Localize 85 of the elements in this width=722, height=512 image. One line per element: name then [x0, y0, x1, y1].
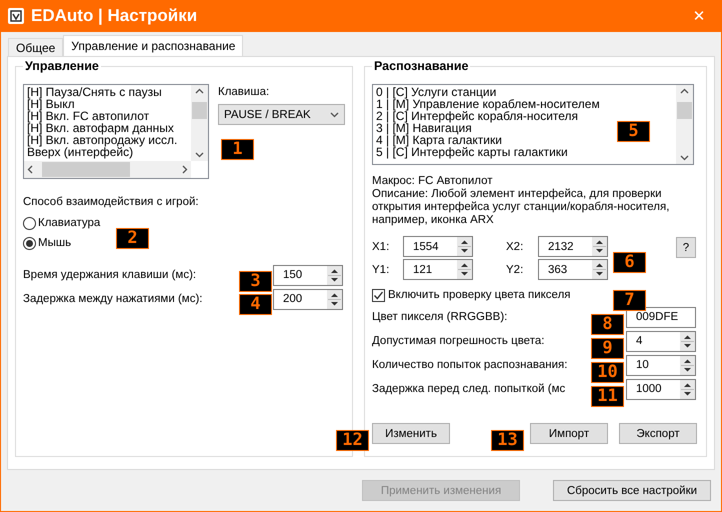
description-text: Описание: Любой элемент интерфейса, для проверки открытия интерфейса услуг станции/корабля-носителя, например, иконка ARX	[372, 188, 670, 226]
spin-arrows-icon[interactable]	[457, 237, 472, 256]
list-item[interactable]: 2 | [C] Интерфейс корабля-носителя	[376, 110, 578, 122]
key-label: Клавиша:	[218, 86, 270, 98]
window-title: EDAuto | Настройки	[31, 6, 198, 26]
number-spin-field[interactable]: 2132	[538, 236, 608, 257]
hotkey-list[interactable]: [H] Пауза/Снять с паузы [H] Выкл [H] Вкл. FC автопилот [H] Вкл. автофарм данных [H] Вкл. автопродажу иссл. Вверх (интерфейс)	[23, 84, 209, 179]
vertical-scrollbar[interactable]	[676, 85, 693, 164]
group-title: Распознавание	[372, 59, 470, 73]
spin-arrows-icon[interactable]	[592, 237, 607, 256]
field-label: Допустимая погрешность цвета:	[372, 335, 544, 347]
number-marker: 7	[613, 290, 646, 311]
list-item[interactable]: [H] Вкл. FC автопилот	[27, 110, 150, 122]
scroll-down-icon[interactable]	[195, 152, 204, 158]
coordinate-label: Y1:	[372, 264, 390, 276]
field-label: Цвет пикселя (RRGGBB):	[372, 311, 508, 323]
field-label: Количество попыток распознавания:	[372, 359, 568, 371]
number-marker: 5	[617, 121, 650, 142]
scroll-up-icon[interactable]	[680, 88, 689, 94]
vertical-scrollbar[interactable]	[191, 85, 208, 161]
key-dropdown[interactable]: PAUSE / BREAK	[218, 104, 345, 125]
field-label: Задержка перед след. попыткой (мс	[372, 383, 566, 395]
number-spin-field[interactable]: 4	[626, 330, 696, 352]
number-marker: 8	[591, 314, 624, 335]
number-marker: 10	[591, 362, 624, 383]
chevron-down-icon[interactable]	[330, 112, 339, 118]
spin-arrows-icon[interactable]	[680, 332, 695, 350]
action-button[interactable]: Изменить	[372, 423, 450, 444]
coordinate-label: X1:	[372, 240, 390, 252]
list-item[interactable]: Вверх (интерфейс)	[27, 146, 134, 158]
number-marker: 1	[221, 139, 254, 160]
spin-arrows-icon[interactable]	[327, 290, 342, 308]
number-spin-field[interactable]: 200	[273, 288, 343, 310]
field-label: Задержка между нажатиями (мс):	[23, 293, 202, 305]
list-item[interactable]: 0 | [C] Услуги станции	[376, 86, 496, 98]
number-spin-field[interactable]: 1554	[403, 236, 473, 257]
list-item[interactable]: [H] Вкл. автофарм данных	[27, 122, 174, 134]
number-spin-field[interactable]: 150	[273, 264, 343, 286]
spin-arrows-icon[interactable]	[457, 260, 472, 279]
list-item[interactable]: 4 | [M] Карта галактики	[376, 134, 502, 146]
scroll-left-icon[interactable]	[27, 165, 33, 174]
spin-arrows-icon[interactable]	[592, 260, 607, 279]
scroll-down-icon[interactable]	[680, 155, 689, 161]
number-marker: 4	[239, 294, 272, 315]
spin-arrows-icon[interactable]	[327, 266, 342, 284]
macro-text: Макрос: FC Автопилот	[372, 175, 493, 187]
number-marker: 2	[116, 228, 149, 249]
number-spin-field[interactable]: 363	[538, 259, 608, 280]
field-label: Время удержания клавиши (мс):	[23, 269, 196, 281]
horizontal-scrollbar[interactable]	[24, 161, 191, 178]
number-marker: 11	[591, 386, 624, 407]
number-spin-field[interactable]: 1000	[626, 378, 696, 400]
spin-arrows-icon[interactable]	[680, 356, 695, 374]
reset-button[interactable]: Сбросить все настройки	[553, 480, 711, 501]
spin-arrows-icon[interactable]	[680, 380, 695, 398]
group-title: Управление	[23, 59, 101, 73]
number-marker: 9	[591, 338, 624, 359]
scroll-thumb[interactable]	[42, 162, 130, 177]
scroll-right-icon[interactable]	[182, 165, 188, 174]
coordinate-label: Y2:	[505, 264, 524, 276]
tab[interactable]: Общее	[8, 38, 64, 56]
list-item[interactable]: [H] Выкл	[27, 98, 75, 110]
number-spin-field[interactable]: 121	[403, 259, 473, 280]
checkmark-icon	[373, 290, 384, 300]
list-item[interactable]: 5 | [C] Интерфейс карты галактики	[376, 146, 568, 158]
help-button[interactable]: ?	[676, 237, 696, 258]
action-button[interactable]: Импорт	[530, 423, 608, 444]
scroll-up-icon[interactable]	[195, 88, 204, 94]
color-input-field[interactable]: 009DFE	[626, 306, 696, 328]
number-marker: 13	[491, 430, 524, 451]
number-marker: 6	[613, 252, 646, 273]
number-marker: 3	[239, 271, 272, 292]
list-item[interactable]: 1 | [M] Управление кораблем-носителем	[376, 98, 600, 110]
list-item[interactable]: [H] Вкл. автопродажу иссл.	[27, 134, 178, 146]
app-logo-icon	[7, 7, 25, 25]
scroll-thumb[interactable]	[192, 102, 207, 119]
list-item[interactable]: [H] Пауза/Снять с паузы	[27, 86, 162, 98]
action-button[interactable]: Экспорт	[619, 423, 697, 444]
list-item[interactable]: 3 | [M] Навигация	[376, 122, 472, 134]
number-marker: 12	[336, 430, 369, 451]
mode-label: Способ взаимодействия с игрой:	[23, 196, 199, 208]
coordinate-label: X2:	[505, 240, 524, 252]
tab[interactable]: Управление и распознавание	[63, 35, 244, 56]
number-spin-field[interactable]: 10	[626, 354, 696, 376]
scroll-thumb[interactable]	[677, 102, 692, 119]
